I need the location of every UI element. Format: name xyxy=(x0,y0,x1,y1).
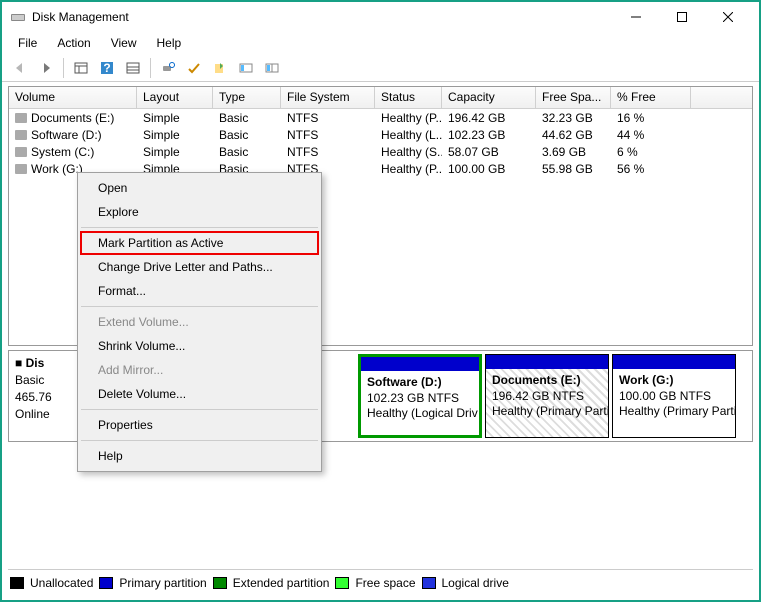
settings-button[interactable] xyxy=(121,56,145,80)
toolbar: ? xyxy=(2,54,759,82)
col-percent-free[interactable]: % Free xyxy=(611,87,691,108)
partition-title: Documents (E:) xyxy=(492,373,581,387)
ctx-shrink[interactable]: Shrink Volume... xyxy=(80,334,319,358)
partition-title: Software (D:) xyxy=(367,375,442,389)
partition-size: 196.42 GB NTFS xyxy=(492,389,584,403)
legend-logical: Logical drive xyxy=(442,576,509,590)
disk-info[interactable]: ■ Dis Basic 465.76 Online xyxy=(9,351,83,441)
legend-swatch-extended xyxy=(213,577,227,589)
forward-button[interactable] xyxy=(34,56,58,80)
volume-rows: Documents (E:)SimpleBasicNTFSHealthy (P.… xyxy=(9,109,752,177)
drive-icon xyxy=(15,113,27,123)
partition-size: 102.23 GB NTFS xyxy=(367,391,459,405)
partition-software[interactable]: Software (D:) 102.23 GB NTFS Healthy (Lo… xyxy=(358,354,482,438)
detail-button[interactable] xyxy=(260,56,284,80)
ctx-explore[interactable]: Explore xyxy=(80,200,319,224)
disk-type: Basic xyxy=(15,373,44,387)
legend-swatch-primary xyxy=(99,577,113,589)
legend: Unallocated Primary partition Extended p… xyxy=(8,569,753,594)
disk-label: Dis xyxy=(26,356,45,370)
minimize-button[interactable] xyxy=(613,2,659,32)
legend-unallocated: Unallocated xyxy=(30,576,93,590)
ctx-help[interactable]: Help xyxy=(80,444,319,468)
col-filesystem[interactable]: File System xyxy=(281,87,375,108)
show-hide-button[interactable] xyxy=(69,56,93,80)
maximize-button[interactable] xyxy=(659,2,705,32)
help-button[interactable]: ? xyxy=(95,56,119,80)
window-title: Disk Management xyxy=(32,10,613,24)
apply-button[interactable] xyxy=(182,56,206,80)
refresh-button[interactable] xyxy=(156,56,180,80)
volume-header: Volume Layout Type File System Status Ca… xyxy=(9,87,752,109)
legend-free: Free space xyxy=(355,576,415,590)
partition-size: 100.00 GB NTFS xyxy=(619,389,711,403)
col-status[interactable]: Status xyxy=(375,87,442,108)
menu-file[interactable]: File xyxy=(10,34,45,52)
legend-swatch-free xyxy=(335,577,349,589)
volume-row[interactable]: System (C:)SimpleBasicNTFSHealthy (S...5… xyxy=(9,143,752,160)
partition-work[interactable]: Work (G:) 100.00 GB NTFS Healthy (Primar… xyxy=(612,354,736,438)
ctx-separator xyxy=(81,306,318,307)
svg-text:?: ? xyxy=(103,61,110,75)
ctx-extend: Extend Volume... xyxy=(80,310,319,334)
ctx-open[interactable]: Open xyxy=(80,176,319,200)
volume-row[interactable]: Software (D:)SimpleBasicNTFSHealthy (L..… xyxy=(9,126,752,143)
titlebar: Disk Management xyxy=(2,2,759,32)
partition-header xyxy=(361,357,479,371)
ctx-delete[interactable]: Delete Volume... xyxy=(80,382,319,406)
legend-swatch-logical xyxy=(422,577,436,589)
col-free[interactable]: Free Spa... xyxy=(536,87,611,108)
legend-primary: Primary partition xyxy=(119,576,206,590)
partition-documents[interactable]: Documents (E:) 196.42 GB NTFS Healthy (P… xyxy=(485,354,609,438)
context-menu: Open Explore Mark Partition as Active Ch… xyxy=(77,172,322,472)
partition-header xyxy=(486,355,608,369)
col-capacity[interactable]: Capacity xyxy=(442,87,536,108)
legend-extended: Extended partition xyxy=(233,576,330,590)
menu-action[interactable]: Action xyxy=(49,34,98,52)
col-volume[interactable]: Volume xyxy=(9,87,137,108)
window-controls xyxy=(613,2,751,32)
partition-header xyxy=(613,355,735,369)
drive-icon xyxy=(15,130,27,140)
partition-status: Healthy (Logical Driv xyxy=(367,406,478,420)
app-icon xyxy=(10,9,26,25)
drive-icon xyxy=(15,147,27,157)
list-button[interactable] xyxy=(234,56,258,80)
ctx-mark-active[interactable]: Mark Partition as Active xyxy=(80,231,319,255)
back-button[interactable] xyxy=(8,56,32,80)
undo-button[interactable] xyxy=(208,56,232,80)
partition-status: Healthy (Primary Partitio xyxy=(492,404,608,418)
ctx-separator xyxy=(81,440,318,441)
disk-status: Online xyxy=(15,407,50,421)
col-type[interactable]: Type xyxy=(213,87,281,108)
drive-icon xyxy=(15,164,27,174)
menu-help[interactable]: Help xyxy=(149,34,190,52)
ctx-add-mirror: Add Mirror... xyxy=(80,358,319,382)
toolbar-separator xyxy=(150,58,151,78)
ctx-change-letter[interactable]: Change Drive Letter and Paths... xyxy=(80,255,319,279)
close-button[interactable] xyxy=(705,2,751,32)
ctx-format[interactable]: Format... xyxy=(80,279,319,303)
partition-title: Work (G:) xyxy=(619,373,673,387)
menubar: File Action View Help xyxy=(2,32,759,54)
partition-status: Healthy (Primary Partit xyxy=(619,404,735,418)
ctx-separator xyxy=(81,227,318,228)
legend-swatch-unallocated xyxy=(10,577,24,589)
ctx-separator xyxy=(81,409,318,410)
volume-row[interactable]: Documents (E:)SimpleBasicNTFSHealthy (P.… xyxy=(9,109,752,126)
menu-view[interactable]: View xyxy=(103,34,145,52)
ctx-properties[interactable]: Properties xyxy=(80,413,319,437)
toolbar-separator xyxy=(63,58,64,78)
disk-size: 465.76 xyxy=(15,390,52,404)
col-layout[interactable]: Layout xyxy=(137,87,213,108)
